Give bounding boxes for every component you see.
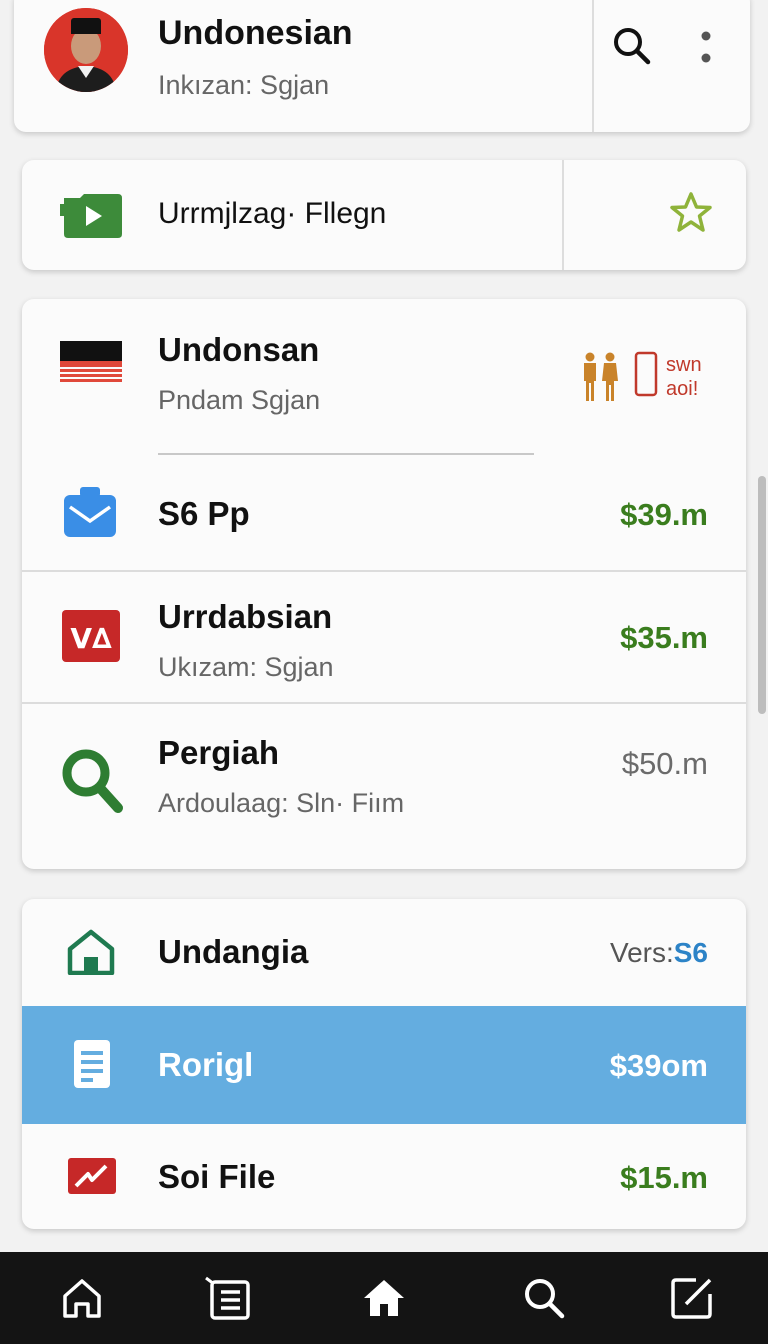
home-filled-icon[interactable] bbox=[360, 1274, 408, 1322]
item-value: $35.m bbox=[620, 620, 708, 655]
inset-divider bbox=[158, 453, 534, 455]
version-label: Vers:S6 bbox=[610, 937, 708, 969]
header-title: Undonesian bbox=[158, 14, 353, 52]
item-subtitle: Ardoulaag: Sln· Fiım bbox=[158, 788, 405, 818]
search-icon[interactable] bbox=[520, 1274, 568, 1322]
chart-card-icon bbox=[66, 1156, 118, 1196]
main-list: Undonsan Pndam Sgjan swn aoi! S6 Pp $39.… bbox=[22, 299, 746, 869]
item-title: Rorigl bbox=[158, 1046, 254, 1083]
bottom-navigation bbox=[0, 1252, 768, 1344]
item-title: Undangia bbox=[158, 933, 309, 970]
item-value: $15.m bbox=[620, 1160, 708, 1195]
header-divider bbox=[592, 0, 594, 132]
avatar[interactable] bbox=[44, 8, 128, 92]
item-title: Undonsan bbox=[158, 331, 320, 368]
item-title: Urrdabsian bbox=[158, 598, 333, 635]
list-icon[interactable] bbox=[204, 1274, 252, 1322]
folder-row[interactable]: Urrmjlzag· Fllegn bbox=[22, 160, 746, 270]
home-outline-icon[interactable] bbox=[58, 1274, 106, 1322]
item-subtitle: Ukızam: Sgjan bbox=[158, 652, 334, 682]
item-value: $39om bbox=[609, 1048, 708, 1083]
document-icon bbox=[72, 1038, 112, 1090]
edit-icon[interactable] bbox=[668, 1274, 716, 1322]
item-value: $50.m bbox=[621, 746, 708, 781]
flag-icon bbox=[58, 341, 124, 387]
va-logo-icon: V∆ bbox=[60, 608, 122, 664]
scrollbar[interactable] bbox=[758, 476, 766, 714]
more-vert-icon[interactable] bbox=[694, 24, 718, 68]
video-folder-icon bbox=[58, 190, 124, 240]
star-outline-icon[interactable] bbox=[668, 190, 714, 236]
mail-box-icon bbox=[62, 485, 118, 541]
item-title: S6 Pp bbox=[158, 495, 250, 532]
app-header: Undonesian Inkızan: Sgjan bbox=[14, 0, 750, 132]
list-item[interactable]: Soi File $15.m bbox=[22, 1124, 746, 1229]
item-title: Pergiah bbox=[158, 734, 280, 771]
search-icon[interactable] bbox=[610, 24, 654, 68]
list-item[interactable]: S6 Pp $39.m bbox=[22, 469, 746, 571]
secondary-list: Undangia Vers:S6 Rorigl $39om Soi File $… bbox=[22, 899, 746, 1229]
magnifier-icon bbox=[60, 746, 126, 816]
item-subtitle: Pndam Sgjan bbox=[158, 385, 321, 415]
list-item-selected[interactable]: Rorigl $39om bbox=[22, 1006, 746, 1124]
badge-text: swn aoi! bbox=[666, 354, 702, 400]
house-icon bbox=[66, 929, 116, 976]
version-number: S6 bbox=[673, 937, 708, 968]
item-value: $39.m bbox=[620, 497, 708, 532]
list-item[interactable]: Undonsan Pndam Sgjan swn aoi! bbox=[22, 299, 746, 469]
item-title: Soi File bbox=[158, 1158, 276, 1195]
version-prefix: Vers: bbox=[609, 937, 674, 968]
folder-label: Urrmjlzag· Fllegn bbox=[158, 197, 387, 230]
header-subtitle: Inkızan: Sgjan bbox=[158, 70, 330, 100]
svg-text:V∆: V∆ bbox=[70, 622, 112, 655]
list-item[interactable]: Undangia Vers:S6 bbox=[22, 899, 746, 1006]
list-item[interactable]: V∆ Urrdabsian Ukızam: Sgjan $35.m bbox=[22, 572, 746, 702]
folder-divider bbox=[562, 160, 564, 270]
list-item[interactable]: Pergiah Ardoulaag: Sln· Fiım $50.m bbox=[22, 704, 746, 869]
